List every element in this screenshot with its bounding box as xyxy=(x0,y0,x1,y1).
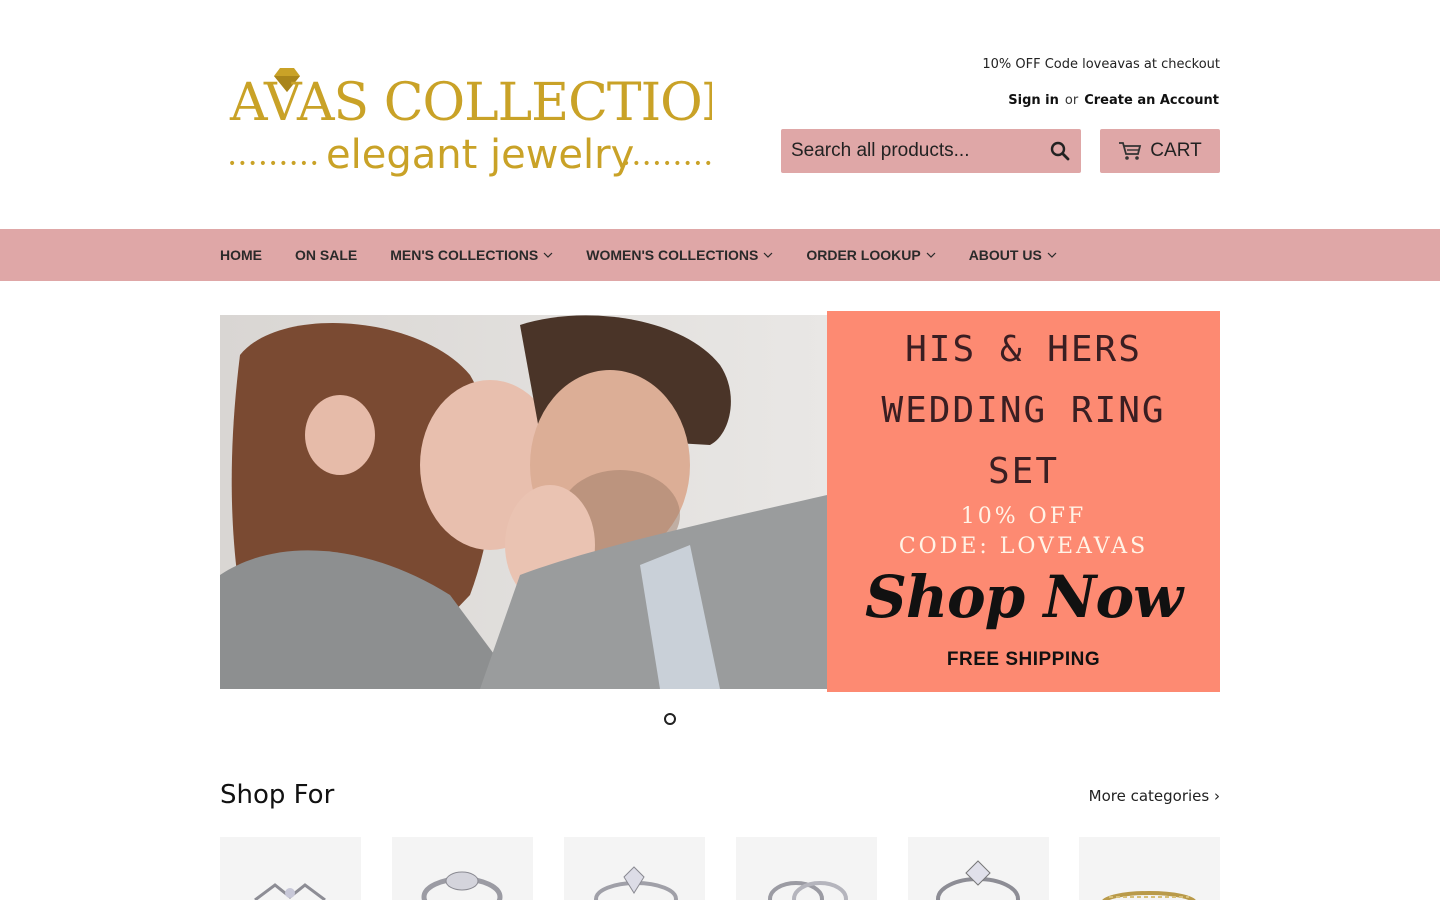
brand-logo[interactable]: AVAS COLLECTION ••••••••• elegant jewelr… xyxy=(228,64,712,184)
category-row xyxy=(220,837,1220,900)
chevron-down-icon xyxy=(926,252,936,258)
hero-line-3: SET xyxy=(987,451,1060,492)
ring-image xyxy=(1102,891,1196,900)
cart-label: CART xyxy=(1150,140,1202,161)
nav-mens-collections[interactable]: MEN'S COLLECTIONS xyxy=(390,247,553,263)
search-form xyxy=(781,129,1081,173)
svg-text:•••••••••: ••••••••• xyxy=(228,156,320,172)
category-tile[interactable] xyxy=(908,837,1049,900)
nav-home-label: HOME xyxy=(220,247,262,263)
category-tile[interactable] xyxy=(392,837,533,900)
nav-womens-collections[interactable]: WOMEN'S COLLECTIONS xyxy=(586,247,773,263)
search-icon xyxy=(1050,141,1070,161)
hero-free-shipping: FREE SHIPPING xyxy=(946,649,1101,670)
hero-photo-couple xyxy=(220,315,827,689)
chevron-down-icon xyxy=(543,252,553,258)
ring-image xyxy=(936,860,1020,900)
chevron-down-icon xyxy=(763,252,773,258)
more-categories-link[interactable]: More categories › xyxy=(1089,787,1220,805)
create-account-link[interactable]: Create an Account xyxy=(1084,93,1219,108)
account-links: Sign in or Create an Account xyxy=(1008,93,1219,108)
hero-offer: 10% OFF xyxy=(960,504,1087,529)
hero-banner[interactable]: HIS & HERS WEDDING RING SET 10% OFF CODE… xyxy=(220,311,1220,692)
nav-mens-label: MEN'S COLLECTIONS xyxy=(390,247,539,263)
category-tile[interactable] xyxy=(564,837,705,900)
nav-about-us[interactable]: ABOUT US xyxy=(969,247,1057,263)
svg-text:•••••••••: ••••••••• xyxy=(622,156,712,172)
svg-text:AVAS COLLECTION: AVAS COLLECTION xyxy=(229,73,712,133)
nav-on-sale[interactable]: ON SALE xyxy=(295,247,357,263)
nav-on-sale-label: ON SALE xyxy=(295,247,358,263)
hero-promo-panel: HIS & HERS WEDDING RING SET 10% OFF CODE… xyxy=(827,311,1220,692)
or-separator: or xyxy=(1064,93,1079,108)
nav-home[interactable]: HOME xyxy=(220,247,262,263)
promo-text: 10% OFF Code loveavas at checkout xyxy=(982,57,1220,72)
search-button[interactable] xyxy=(1039,129,1081,173)
ring-image xyxy=(768,881,848,900)
category-tile[interactable] xyxy=(220,837,361,900)
svg-text:elegant jewelry: elegant jewelry xyxy=(326,132,634,178)
category-tile[interactable] xyxy=(736,837,877,900)
slider-dot[interactable] xyxy=(664,713,676,725)
ring-image xyxy=(421,871,503,900)
category-tile[interactable] xyxy=(1079,837,1220,900)
nav-order-lookup-label: ORDER LOOKUP xyxy=(806,247,921,263)
nav-about-us-label: ABOUT US xyxy=(968,247,1042,263)
hero-code: CODE: LOVEAVAS xyxy=(898,534,1149,559)
ring-image xyxy=(254,883,326,900)
nav-womens-label: WOMEN'S COLLECTIONS xyxy=(586,247,759,263)
sign-in-link[interactable]: Sign in xyxy=(1008,93,1059,108)
hero-shop-now[interactable]: Shop Now xyxy=(827,563,1220,631)
shop-for-title: Shop For xyxy=(220,780,335,810)
chevron-down-icon xyxy=(1047,252,1057,258)
hero-line-2: WEDDING RING xyxy=(881,390,1166,431)
hero-line-1: HIS & HERS xyxy=(905,329,1142,370)
cart-button[interactable]: CART xyxy=(1100,129,1220,173)
nav-order-lookup[interactable]: ORDER LOOKUP xyxy=(806,247,936,263)
main-nav: HOME ON SALE MEN'S COLLECTIONS WOMEN'S C… xyxy=(0,229,1440,281)
ring-image xyxy=(594,866,678,900)
search-input[interactable] xyxy=(781,129,1039,173)
cart-icon xyxy=(1119,142,1142,160)
